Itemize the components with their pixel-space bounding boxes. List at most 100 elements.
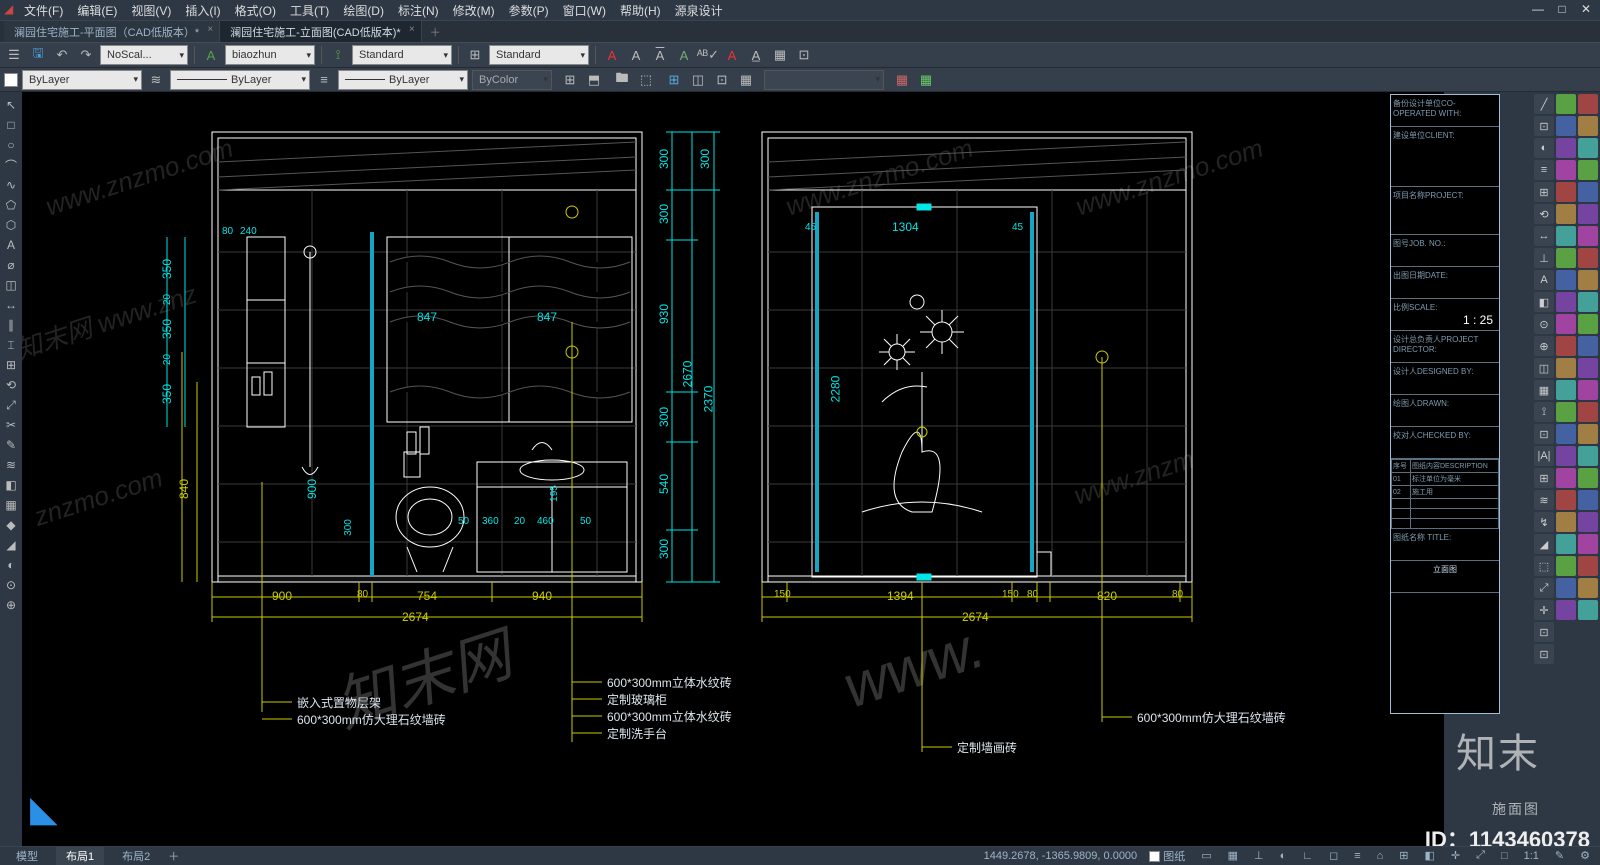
- snap-toggle[interactable]: ◧: [1421, 849, 1439, 862]
- palette-icon[interactable]: [1578, 490, 1598, 510]
- line-icon[interactable]: ↖: [2, 96, 20, 114]
- field-icon[interactable]: A̲: [746, 45, 766, 65]
- tab-add-button[interactable]: ＋: [422, 21, 449, 42]
- palette-icon[interactable]: ⊞: [1534, 182, 1554, 202]
- undo-icon[interactable]: ↶: [52, 45, 72, 65]
- snap-toggle[interactable]: ◐: [1276, 850, 1291, 862]
- lineweight-dropdown[interactable]: ByLayer: [338, 70, 468, 90]
- save-icon[interactable]: 🖫: [28, 45, 48, 65]
- color-swatch[interactable]: [4, 73, 18, 87]
- menu-item[interactable]: 文件(F): [24, 2, 63, 19]
- maximize-button[interactable]: □: [1554, 2, 1570, 16]
- text-icon[interactable]: A: [2, 236, 20, 254]
- xref-icon[interactable]: ⬚: [636, 70, 656, 90]
- palette-icon[interactable]: |A|: [1534, 446, 1554, 466]
- ellipse-icon[interactable]: ⌀: [2, 256, 20, 274]
- arc-icon[interactable]: ⌒: [2, 156, 20, 174]
- snap-toggle[interactable]: ◻: [1325, 849, 1342, 862]
- redo-icon[interactable]: ↷: [76, 45, 96, 65]
- scale-dropdown[interactable]: NoScal...: [100, 45, 188, 65]
- layout-tab[interactable]: 布局1: [56, 847, 104, 865]
- palette-icon[interactable]: ⊕: [1534, 336, 1554, 356]
- attach-icon[interactable]: 🖿: [612, 70, 632, 90]
- palette-icon[interactable]: [1556, 468, 1576, 488]
- snap-toggle[interactable]: ✎: [1551, 849, 1568, 862]
- menu-item[interactable]: 标注(N): [398, 2, 439, 19]
- text-icon[interactable]: A: [650, 45, 670, 65]
- menu-item[interactable]: 编辑(E): [77, 2, 117, 19]
- palette-icon[interactable]: [1578, 270, 1598, 290]
- palette-icon[interactable]: [1578, 446, 1598, 466]
- rectangle-icon[interactable]: □: [2, 116, 20, 134]
- move-icon[interactable]: ↔: [2, 296, 20, 314]
- minimize-button[interactable]: —: [1530, 2, 1546, 16]
- text-icon[interactable]: A: [626, 45, 646, 65]
- palette-icon[interactable]: [1556, 248, 1576, 268]
- table-icon[interactable]: ▦: [770, 45, 790, 65]
- rotate-icon[interactable]: ⟲: [2, 376, 20, 394]
- menu-item[interactable]: 插入(I): [185, 2, 220, 19]
- tab-close-icon[interactable]: ×: [409, 24, 415, 35]
- palette-icon[interactable]: ⤢: [1534, 578, 1554, 598]
- explode-icon[interactable]: ▦: [2, 496, 20, 514]
- palette-icon[interactable]: [1556, 490, 1576, 510]
- palette-icon[interactable]: ⊥: [1534, 248, 1554, 268]
- palette-icon[interactable]: ↯: [1534, 512, 1554, 532]
- palette-icon[interactable]: [1578, 336, 1598, 356]
- dim-style-icon[interactable]: ⟟: [328, 45, 348, 65]
- block-icon[interactable]: ⊞: [560, 70, 580, 90]
- array-icon[interactable]: ⊞: [2, 356, 20, 374]
- palette-icon[interactable]: ↔: [1534, 226, 1554, 246]
- polygon-icon[interactable]: ⬡: [2, 216, 20, 234]
- palette-icon[interactable]: [1556, 424, 1576, 444]
- offset-icon[interactable]: ∥: [2, 316, 20, 334]
- palette-icon[interactable]: [1556, 402, 1576, 422]
- palette-icon[interactable]: ⊞: [1534, 468, 1554, 488]
- palette-icon[interactable]: [1556, 556, 1576, 576]
- tool-icon[interactable]: ◢: [2, 536, 20, 554]
- palette-icon[interactable]: [1578, 512, 1598, 532]
- add-layout-icon[interactable]: ＋: [168, 848, 179, 864]
- palette-icon[interactable]: [1556, 160, 1576, 180]
- palette-icon[interactable]: ⊡: [1534, 622, 1554, 642]
- mirror-icon[interactable]: ⌶: [2, 336, 20, 354]
- visual-style-icon[interactable]: ▦: [916, 70, 936, 90]
- doc-tab[interactable]: 澜园住宅施工-立面图(CAD低版本)*×: [220, 21, 422, 42]
- palette-icon[interactable]: [1556, 138, 1576, 158]
- chamfer-icon[interactable]: ◧: [2, 476, 20, 494]
- menu-item[interactable]: 绘图(D): [343, 2, 384, 19]
- table-style-dropdown[interactable]: Standard: [489, 45, 589, 65]
- palette-icon[interactable]: ╱: [1534, 94, 1554, 114]
- palette-icon[interactable]: [1578, 556, 1598, 576]
- palette-icon[interactable]: ◢: [1534, 534, 1554, 554]
- palette-icon[interactable]: [1578, 468, 1598, 488]
- palette-icon[interactable]: ◧: [1534, 292, 1554, 312]
- annotation-scale-icon[interactable]: A: [201, 45, 221, 65]
- layer-tool-icon[interactable]: ≋: [146, 70, 166, 90]
- palette-icon[interactable]: [1556, 292, 1576, 312]
- palette-icon[interactable]: ⊡: [1534, 424, 1554, 444]
- menu-item[interactable]: 格式(O): [235, 2, 276, 19]
- palette-icon[interactable]: [1556, 512, 1576, 532]
- palette-icon[interactable]: ≋: [1534, 490, 1554, 510]
- palette-icon[interactable]: [1578, 578, 1598, 598]
- palette-icon[interactable]: ⬚: [1534, 556, 1554, 576]
- snap-toggle[interactable]: ⌂: [1373, 850, 1388, 862]
- palette-icon[interactable]: ⊙: [1534, 314, 1554, 334]
- tool-icon[interactable]: ◆: [2, 516, 20, 534]
- table-style-icon[interactable]: ⊞: [465, 45, 485, 65]
- drawing-canvas[interactable]: www.znzmo.com 知末网 www.znz znzmo.com www.…: [22, 92, 1444, 846]
- palette-icon[interactable]: ◫: [1534, 358, 1554, 378]
- snap-toggle[interactable]: 1:1: [1520, 850, 1543, 862]
- array-icon[interactable]: ⊞: [664, 70, 684, 90]
- palette-icon[interactable]: [1578, 204, 1598, 224]
- snap-toggle[interactable]: □: [1497, 850, 1512, 862]
- spellcheck-icon[interactable]: ᴬᴮ✓: [698, 45, 718, 65]
- palette-icon[interactable]: [1556, 94, 1576, 114]
- palette-icon[interactable]: A: [1534, 270, 1554, 290]
- palette-icon[interactable]: [1578, 248, 1598, 268]
- text-icon[interactable]: A: [674, 45, 694, 65]
- palette-icon[interactable]: [1556, 380, 1576, 400]
- fillet-icon[interactable]: ≋: [2, 456, 20, 474]
- palette-icon[interactable]: [1556, 578, 1576, 598]
